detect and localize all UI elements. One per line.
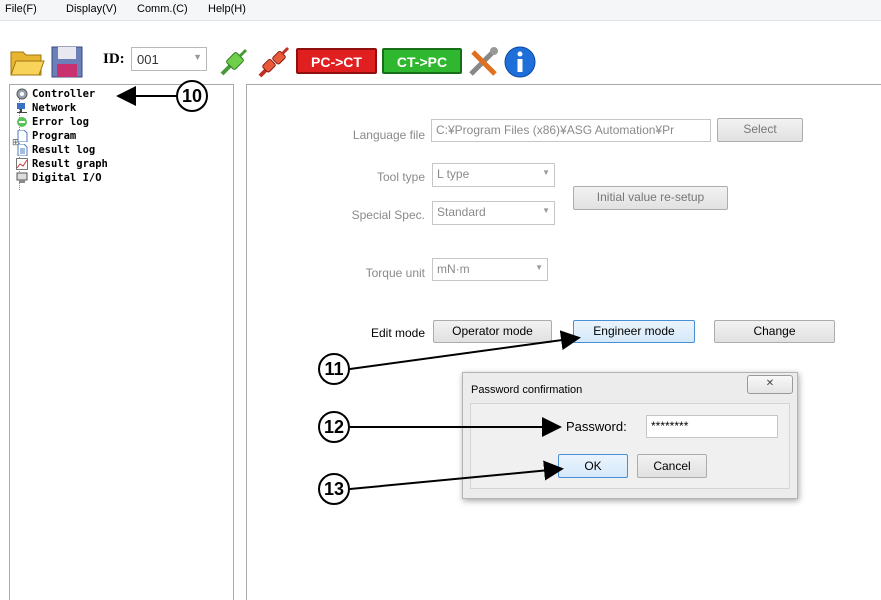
callout-11: 11 (318, 353, 350, 385)
annotation-arrows (116, 86, 581, 490)
arrow-11 (349, 330, 581, 370)
callout-12: 12 (318, 411, 350, 443)
arrow-13 (349, 460, 564, 490)
callout-10: 10 (176, 80, 208, 112)
callout-13: 13 (318, 473, 350, 505)
